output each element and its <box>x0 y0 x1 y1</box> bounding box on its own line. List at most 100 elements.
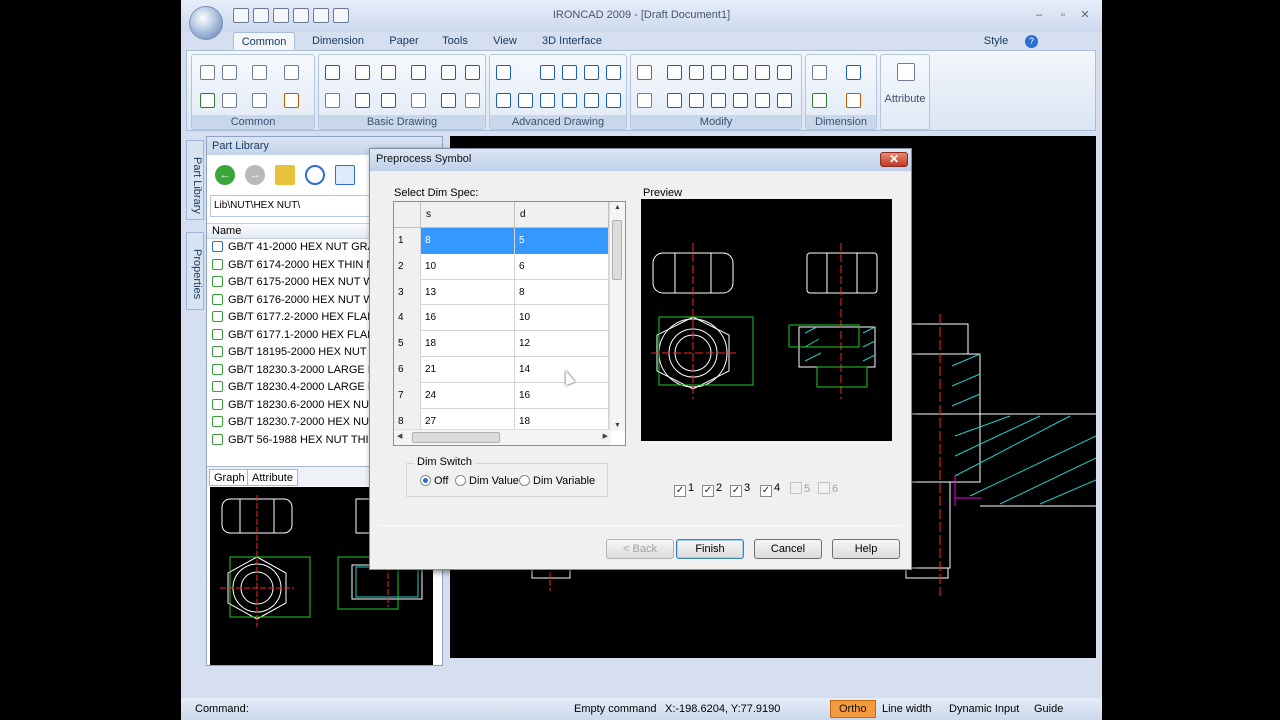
cancel-button[interactable]: Cancel <box>754 539 822 559</box>
column-header-d[interactable]: d <box>515 202 609 228</box>
leader-icon[interactable] <box>846 93 861 108</box>
cell-s[interactable]: 8 <box>421 228 515 254</box>
tab-tools[interactable]: Tools <box>435 32 475 50</box>
layer-icon[interactable] <box>284 93 299 108</box>
back-button[interactable]: < Back <box>606 539 674 559</box>
tab-3d-interface[interactable]: 3D Interface <box>536 32 608 50</box>
minimize-icon[interactable]: – <box>1033 9 1045 21</box>
circle-icon[interactable] <box>381 65 396 80</box>
cell-d[interactable]: 6 <box>515 253 609 280</box>
tolerance-icon[interactable] <box>812 93 827 108</box>
app-logo-icon[interactable] <box>189 6 223 40</box>
dim-checkbox-1[interactable]: ✓ 1 <box>674 482 694 497</box>
rectangle-icon[interactable] <box>441 65 456 80</box>
style-menu[interactable]: Style <box>979 32 1013 50</box>
line-icon[interactable] <box>325 65 340 80</box>
scroll-thumb-vertical[interactable] <box>612 220 622 280</box>
help-icon[interactable]: ? <box>1025 35 1038 48</box>
radio-dim-variable-dot[interactable] <box>519 475 530 486</box>
radio-dim-value-dot[interactable] <box>455 475 466 486</box>
attribute-button[interactable]: Attribute <box>880 54 930 130</box>
cell-s[interactable]: 21 <box>421 357 515 383</box>
view-grid-icon[interactable] <box>335 165 355 185</box>
folder-up-icon[interactable] <box>275 165 295 185</box>
checkbox-box[interactable] <box>790 482 802 494</box>
side-tab-properties[interactable]: Properties <box>186 232 204 310</box>
cut-icon[interactable] <box>200 65 215 80</box>
cell-s[interactable]: 18 <box>421 331 515 357</box>
command-bar[interactable] <box>186 675 1096 695</box>
copy-move-icon[interactable] <box>689 65 704 80</box>
dim-checkbox-6[interactable]: 6 <box>818 482 838 495</box>
cell-s[interactable]: 13 <box>421 279 515 306</box>
polygon-icon[interactable] <box>584 65 599 80</box>
fillet-icon[interactable] <box>733 93 748 108</box>
trim-icon[interactable] <box>667 93 682 108</box>
dim-spec-row[interactable]: 4 16 10 <box>394 305 609 332</box>
checkbox-box[interactable]: ✓ <box>674 485 686 497</box>
table-icon[interactable] <box>606 93 621 108</box>
arrow-icon[interactable] <box>562 93 577 108</box>
checkbox-box[interactable]: ✓ <box>760 485 772 497</box>
parallel-line-icon[interactable] <box>355 65 370 80</box>
forward-icon[interactable]: → <box>245 165 265 185</box>
cell-d[interactable]: 12 <box>515 331 609 357</box>
zoom-icon[interactable] <box>222 93 237 108</box>
dialog-close-button[interactable]: ✕ <box>880 152 908 167</box>
wave-icon[interactable] <box>518 93 533 108</box>
construction-line-icon[interactable] <box>355 93 370 108</box>
line-width-toggle[interactable]: Line width <box>882 703 932 717</box>
dim-spec-row[interactable]: 185 <box>394 228 609 254</box>
dim-spec-row[interactable]: 2 10 6 <box>394 253 609 280</box>
dim-spec-row[interactable]: 7 24 16 <box>394 382 609 409</box>
offset-icon[interactable] <box>777 65 792 80</box>
hatch-icon[interactable] <box>441 93 456 108</box>
search-icon[interactable] <box>305 165 325 185</box>
image-icon[interactable] <box>465 93 480 108</box>
side-tab-part-library[interactable]: Part Library <box>186 140 204 220</box>
finish-button[interactable]: Finish <box>676 539 744 559</box>
scroll-thumb-horizontal[interactable] <box>412 432 500 443</box>
scroll-right-icon[interactable]: ▶ <box>603 432 608 440</box>
checkbox-box[interactable] <box>818 482 830 494</box>
curve-icon[interactable] <box>465 65 480 80</box>
break-icon[interactable] <box>711 93 726 108</box>
tab-graph[interactable]: Graph <box>209 469 250 486</box>
radio-dim-variable[interactable]: Dim Variable <box>519 475 595 487</box>
dim-checkbox-5[interactable]: 5 <box>790 482 810 495</box>
move-icon[interactable] <box>667 65 682 80</box>
radio-off[interactable]: Off <box>420 475 448 487</box>
column-header-s[interactable]: s <box>421 202 515 228</box>
checkbox-box[interactable]: ✓ <box>702 485 714 497</box>
dim-checkbox-2[interactable]: ✓ 2 <box>702 482 722 497</box>
mirror-icon[interactable] <box>711 65 726 80</box>
dim-style-icon[interactable] <box>846 65 861 80</box>
pan-icon[interactable] <box>252 93 267 108</box>
dynamic-input-toggle[interactable]: Dynamic Input <box>949 703 1019 717</box>
linear-dim-icon[interactable] <box>812 65 827 80</box>
help-button[interactable]: Help <box>832 539 900 559</box>
text-icon[interactable] <box>325 93 340 108</box>
cell-d[interactable]: 14 <box>515 357 609 383</box>
tab-view[interactable]: View <box>484 32 526 50</box>
chamfer-icon[interactable] <box>755 93 770 108</box>
bolt-icon[interactable] <box>496 93 511 108</box>
scale-icon[interactable] <box>777 93 792 108</box>
cell-d[interactable]: 8 <box>515 279 609 306</box>
select-box-icon[interactable] <box>637 93 652 108</box>
scroll-up-icon[interactable]: ▲ <box>614 204 621 211</box>
extend-icon[interactable] <box>689 93 704 108</box>
rotate-icon[interactable] <box>733 65 748 80</box>
maximize-icon[interactable]: ▫ <box>1057 9 1069 21</box>
scroll-left-icon[interactable]: ◀ <box>397 432 402 440</box>
dim-spec-row[interactable]: 6 21 14 <box>394 357 609 383</box>
format-painter-icon[interactable] <box>284 65 299 80</box>
freehand-icon[interactable] <box>584 93 599 108</box>
cloud-icon[interactable] <box>606 65 621 80</box>
tab-common[interactable]: Common <box>233 32 295 50</box>
cell-d[interactable]: 10 <box>515 305 609 332</box>
tab-paper[interactable]: Paper <box>381 32 427 50</box>
tab-dimension[interactable]: Dimension <box>307 32 369 50</box>
dim-checkbox-4[interactable]: ✓ 4 <box>760 482 780 497</box>
block-icon[interactable] <box>411 93 426 108</box>
